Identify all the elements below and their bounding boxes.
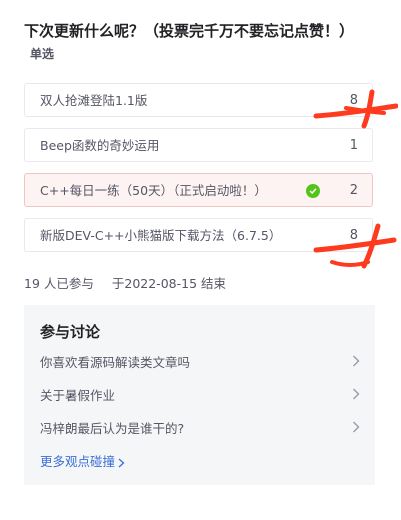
poll-option-label: C++每日一练（50天）（正式启动啦！） xyxy=(40,183,267,198)
participant-count: 19 人已参与 xyxy=(24,276,94,291)
more-discussions-link[interactable]: 更多观点碰撞 xyxy=(40,451,125,470)
chevron-right-icon xyxy=(353,355,360,367)
poll-end-date: 于2022-08-15 结束 xyxy=(111,276,226,291)
discussion-item-label: 你喜欢看源码解读类文章吗 xyxy=(40,355,191,370)
chevron-right-icon xyxy=(118,458,125,467)
poll-option-count: 2 xyxy=(349,183,358,198)
discussion-panel: 参与讨论 你喜欢看源码解读类文章吗 关于暑假作业 冯梓朗最后认为是谁干的? 更多… xyxy=(24,305,375,485)
poll-option-label: Beep函数的奇妙运用 xyxy=(40,138,160,153)
poll-meta: 19 人已参与 于2022-08-15 结束 xyxy=(24,273,226,292)
poll-option-3[interactable]: C++每日一练（50天）（正式启动啦！） 2 xyxy=(24,173,373,207)
poll-option-1[interactable]: 双人抢滩登陆1.1版 8 xyxy=(24,83,373,117)
check-icon xyxy=(306,184,320,198)
discussion-item[interactable]: 冯梓朗最后认为是谁干的? xyxy=(40,418,360,438)
poll-option-count: 8 xyxy=(349,93,358,108)
poll-option-label: 双人抢滩登陆1.1版 xyxy=(40,93,148,108)
poll-option-2[interactable]: Beep函数的奇妙运用 1 xyxy=(24,128,373,162)
discussion-item-label: 关于暑假作业 xyxy=(40,388,116,403)
poll-option-count: 8 xyxy=(349,228,358,243)
discussion-item[interactable]: 关于暑假作业 xyxy=(40,385,360,405)
poll-type-label: 单选 xyxy=(30,47,55,61)
chevron-right-icon xyxy=(353,388,360,400)
poll-option-label: 新版DEV-C++小熊猫版下载方法（6.7.5） xyxy=(40,228,282,243)
discussion-item[interactable]: 你喜欢看源码解读类文章吗 xyxy=(40,352,360,372)
poll-option-count: 1 xyxy=(349,138,358,153)
more-discussions-label: 更多观点碰撞 xyxy=(40,454,116,469)
discussion-item-label: 冯梓朗最后认为是谁干的? xyxy=(40,421,185,436)
poll-title: 下次更新什么呢？（投票完千万不要忘记点赞！） xyxy=(24,22,355,40)
discussion-title: 参与讨论 xyxy=(40,323,101,341)
poll-option-4[interactable]: 新版DEV-C++小熊猫版下载方法（6.7.5） 8 xyxy=(24,218,373,252)
chevron-right-icon xyxy=(353,421,360,433)
